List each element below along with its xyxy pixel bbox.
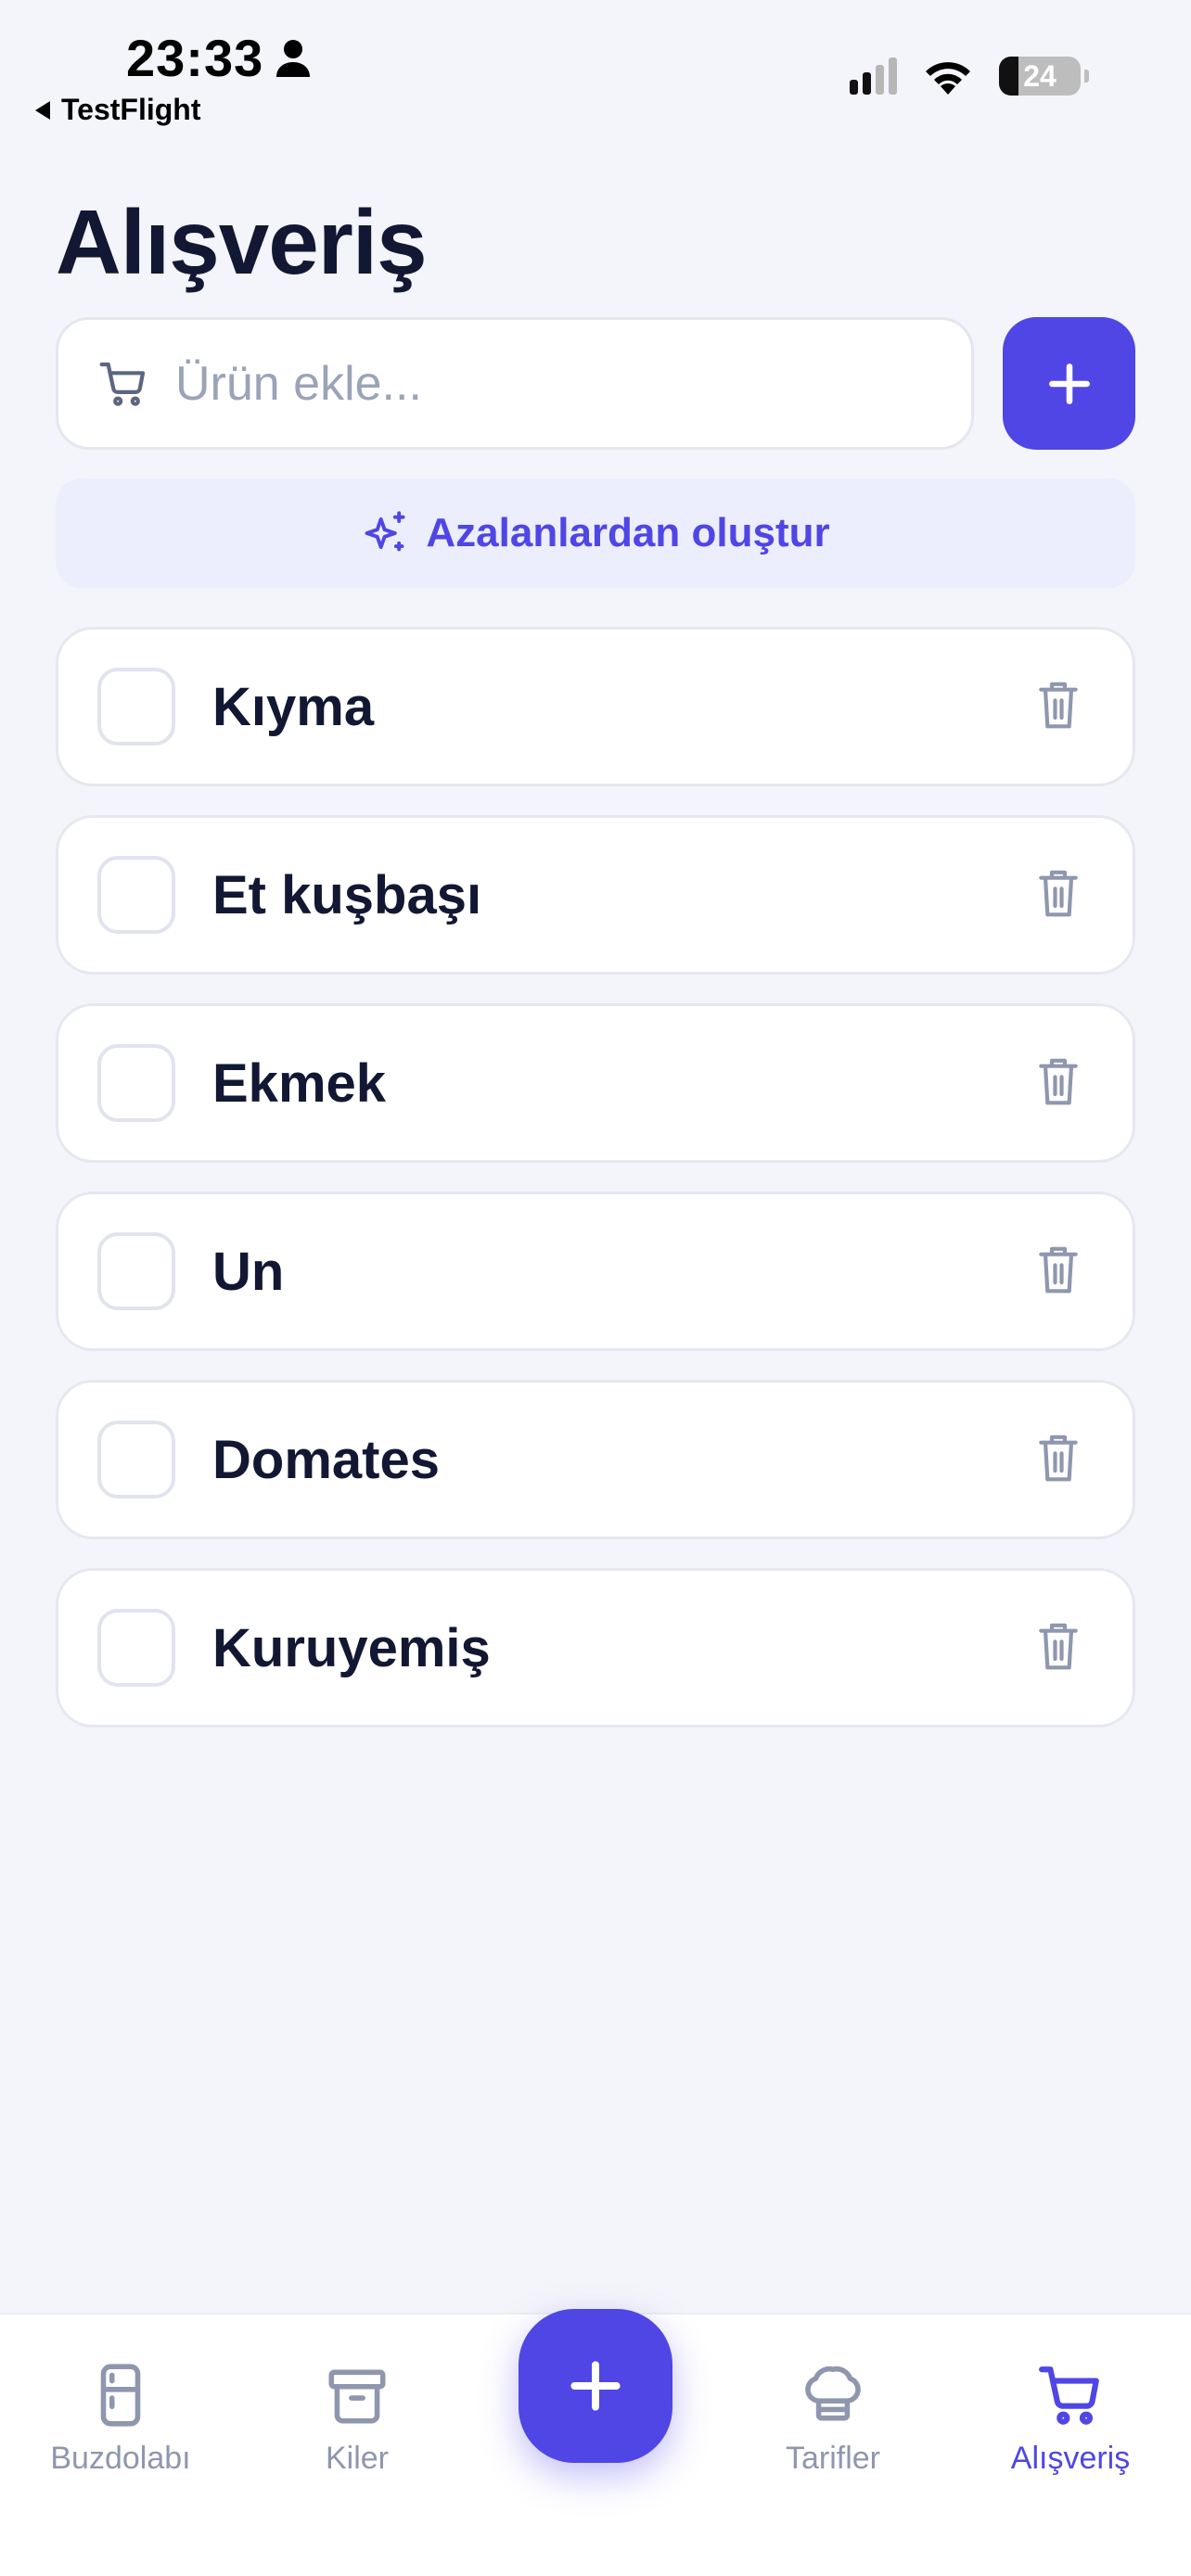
back-app-label: TestFlight (61, 93, 201, 126)
status-time: 23:33 (126, 28, 312, 88)
item-label: Kuruyemiş (212, 1617, 491, 1678)
item-label: Un (212, 1241, 285, 1302)
item-checkbox[interactable] (97, 1044, 175, 1122)
tab-recipes[interactable]: Tarifler (731, 2361, 935, 2477)
shopping-list: Kıyma Et kuşbaşı Ekmek Un Domates Kuruye (56, 627, 1135, 1756)
generate-button-label: Azalanlardan oluştur (426, 510, 830, 555)
trash-icon[interactable] (1036, 867, 1081, 924)
back-arrow-icon (35, 100, 50, 120)
item-checkbox[interactable] (97, 1232, 175, 1310)
wifi-icon (926, 62, 970, 95)
plus-icon (570, 2361, 621, 2411)
item-label: Kıyma (212, 676, 375, 737)
trash-icon[interactable] (1036, 1620, 1081, 1677)
battery-icon: 24 (999, 57, 1081, 96)
add-item-field[interactable] (56, 317, 974, 450)
tab-fridge[interactable]: Buzdolabı (19, 2361, 223, 2477)
list-item[interactable]: Un (56, 1192, 1135, 1351)
list-item[interactable]: Kıyma (56, 627, 1135, 786)
battery-level: 24 (1023, 58, 1057, 93)
tab-shopping[interactable]: Alışveriş (968, 2361, 1172, 2477)
archive-box-icon (328, 2369, 386, 2424)
list-item[interactable]: Domates (56, 1380, 1135, 1539)
item-label: Domates (212, 1429, 440, 1490)
trash-icon[interactable] (1036, 679, 1081, 735)
cart-icon (1039, 2366, 1099, 2425)
fridge-icon (100, 2364, 141, 2427)
tab-label: Alışveriş (1010, 2441, 1131, 2476)
status-indicators: 24 (850, 56, 1089, 96)
item-checkbox[interactable] (97, 1609, 175, 1687)
tab-pantry[interactable]: Kiler (255, 2361, 459, 2477)
generate-from-low-stock-button[interactable]: Azalanlardan oluştur (56, 478, 1135, 588)
list-item[interactable]: Et kuşbaşı (56, 815, 1135, 975)
person-icon (276, 39, 311, 77)
battery-tip (1084, 70, 1089, 83)
list-item[interactable]: Kuruyemiş (56, 1568, 1135, 1728)
back-to-app-link[interactable]: TestFlight (35, 93, 201, 127)
item-label: Ekmek (212, 1052, 387, 1114)
cart-icon (99, 362, 146, 406)
item-checkbox[interactable] (97, 856, 175, 934)
tab-label: Kiler (325, 2441, 390, 2476)
trash-icon[interactable] (1036, 1243, 1081, 1300)
item-label: Et kuşbaşı (212, 864, 482, 925)
tab-label: Tarifler (785, 2441, 881, 2476)
sparkles-icon (365, 511, 405, 552)
cellular-signal-icon (850, 57, 897, 95)
tab-label: Buzdolabı (50, 2441, 191, 2476)
add-item-button[interactable] (1003, 317, 1135, 450)
item-checkbox[interactable] (97, 668, 175, 746)
add-fab-button[interactable] (519, 2309, 672, 2463)
add-item-input[interactable] (175, 355, 936, 412)
item-checkbox[interactable] (97, 1421, 175, 1498)
page-title: Alışveriş (56, 191, 428, 293)
list-item[interactable]: Ekmek (56, 1003, 1135, 1163)
plus-icon (1048, 363, 1090, 404)
status-time-text: 23:33 (126, 29, 264, 87)
trash-icon[interactable] (1036, 1055, 1081, 1112)
chef-hat-icon (805, 2366, 861, 2421)
trash-icon[interactable] (1036, 1432, 1081, 1488)
